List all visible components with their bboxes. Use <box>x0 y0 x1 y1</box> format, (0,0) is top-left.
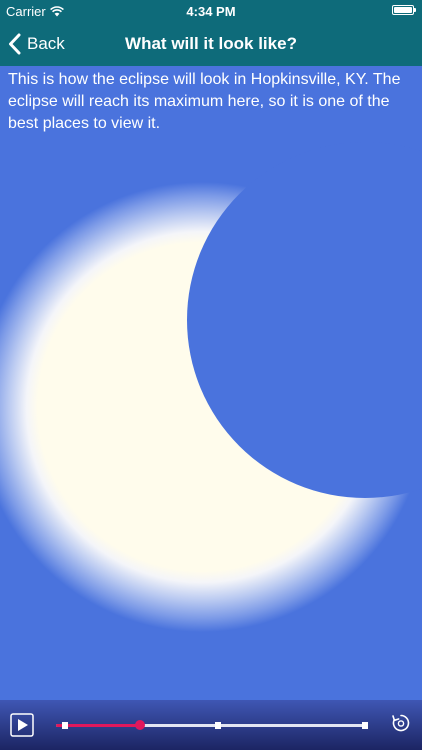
battery-icon <box>392 5 416 15</box>
eclipse-illustration <box>0 142 422 632</box>
timeline-slider[interactable] <box>56 720 368 730</box>
timeline-progress <box>56 724 141 727</box>
navigation-bar: Back What will it look like? <box>0 22 422 66</box>
status-bar: Carrier 4:34 PM <box>0 0 422 22</box>
replay-icon[interactable] <box>390 712 412 734</box>
eclipse-description: This is how the eclipse will look in Hop… <box>8 71 401 132</box>
play-icon[interactable] <box>10 713 34 737</box>
timeline-marker <box>215 722 222 729</box>
page-title: What will it look like? <box>125 34 297 53</box>
timeline-marker <box>62 722 69 729</box>
status-time: 4:34 PM <box>186 4 236 19</box>
playback-controls <box>0 700 422 750</box>
timeline-marker <box>361 722 368 729</box>
timeline-handle[interactable] <box>135 720 146 730</box>
